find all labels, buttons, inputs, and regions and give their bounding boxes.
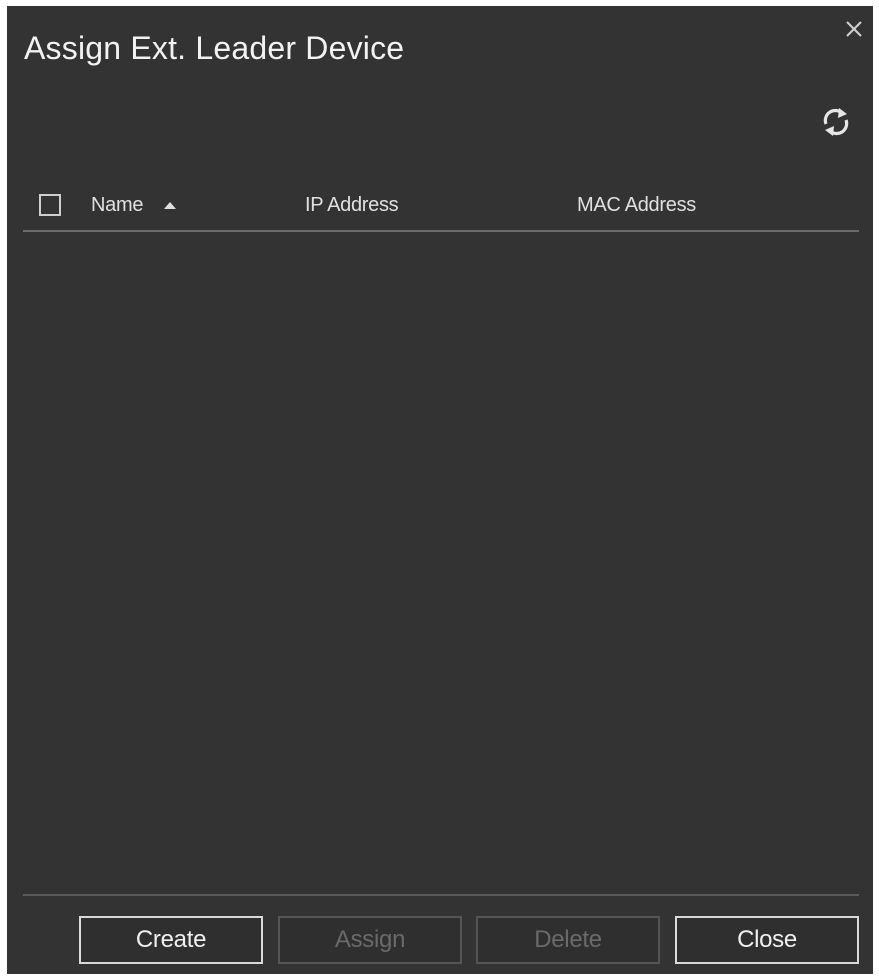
- select-all-checkbox[interactable]: [39, 194, 61, 216]
- dialog-title: Assign Ext. Leader Device: [24, 30, 405, 66]
- assign-leader-dialog: Assign Ext. Leader Device Name IP Addres…: [7, 6, 873, 974]
- device-list: [23, 232, 859, 892]
- table-header: Name IP Address MAC Address: [23, 186, 859, 232]
- create-button[interactable]: Create: [79, 916, 263, 964]
- close-button[interactable]: Close: [675, 916, 859, 964]
- refresh-icon[interactable]: [818, 104, 854, 140]
- column-header-name[interactable]: Name: [91, 194, 143, 217]
- delete-button[interactable]: Delete: [476, 916, 660, 964]
- assign-button[interactable]: Assign: [278, 916, 462, 964]
- footer-divider: [23, 894, 859, 896]
- close-icon[interactable]: [843, 18, 865, 40]
- column-header-mac-address[interactable]: MAC Address: [577, 194, 696, 217]
- sort-ascending-icon: [164, 202, 176, 209]
- column-header-ip-address[interactable]: IP Address: [305, 194, 399, 217]
